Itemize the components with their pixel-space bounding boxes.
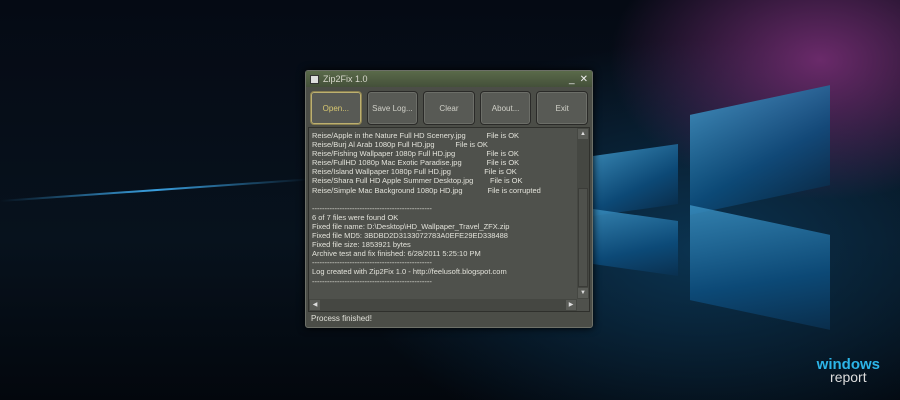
- log-line: Fixed file size: 1853921 bytes: [312, 240, 411, 250]
- scroll-right-icon[interactable]: ▶: [566, 300, 576, 310]
- title-bar[interactable]: Zip2Fix 1.0 _ ✕: [306, 71, 592, 87]
- light-beam: [0, 178, 310, 202]
- log-line: Reise/Simple Mac Background 1080p HD.jpg…: [312, 185, 541, 195]
- log-line: Reise/Island Wallpaper 1080p Full HD.jpg…: [312, 167, 517, 177]
- log-text: Reise/Apple in the Nature Full HD Scener…: [312, 131, 575, 299]
- log-line: Reise/Burj Al Arab 1080p Full HD.jpg Fil…: [312, 140, 488, 150]
- zip2fix-window: Zip2Fix 1.0 _ ✕ Open... Save Log... Clea…: [305, 70, 593, 328]
- log-line: ----------------------------------------…: [312, 258, 432, 268]
- log-textarea[interactable]: Reise/Apple in the Nature Full HD Scener…: [308, 127, 590, 312]
- log-line: Reise/Fishing Wallpaper 1080p Full HD.jp…: [312, 149, 519, 159]
- minimize-button[interactable]: _: [569, 74, 575, 85]
- scroll-up-icon[interactable]: ▲: [578, 129, 588, 139]
- exit-button[interactable]: Exit: [536, 91, 588, 125]
- vertical-scrollbar[interactable]: ▲ ▼: [577, 128, 589, 299]
- log-line: Reise/FullHD 1080p Mac Exotic Paradise.j…: [312, 158, 520, 168]
- scroll-down-icon[interactable]: ▼: [578, 288, 588, 298]
- wallpaper-pane: [690, 85, 830, 215]
- log-line: Fixed file MD5: 3BDBD2D3133072783A0EFE29…: [312, 231, 508, 241]
- about-button[interactable]: About...: [479, 91, 532, 125]
- close-button[interactable]: ✕: [580, 74, 588, 85]
- scroll-left-icon[interactable]: ◀: [310, 300, 320, 310]
- wallpaper-pane: [593, 144, 678, 216]
- log-line: Fixed file name: D:\Desktop\HD_Wallpaper…: [312, 221, 510, 231]
- log-line: Log created with Zip2Fix 1.0 - http://fe…: [312, 267, 507, 277]
- status-bar: Process finished!: [311, 314, 372, 323]
- scroll-thumb[interactable]: [578, 188, 588, 287]
- log-line: ----------------------------------------…: [312, 276, 432, 286]
- log-line: Reise/Shara Full HD Apple Summer Desktop…: [312, 176, 523, 186]
- log-line: 6 of 7 files were found OK: [312, 212, 399, 222]
- app-icon: [310, 74, 319, 84]
- log-line: ----------------------------------------…: [312, 203, 432, 213]
- wallpaper-pane: [690, 205, 830, 330]
- open-button[interactable]: Open...: [310, 91, 362, 125]
- clear-button[interactable]: Clear: [423, 91, 475, 125]
- window-title: Zip2Fix 1.0: [323, 74, 368, 84]
- horizontal-scrollbar[interactable]: ◀ ▶: [309, 299, 577, 311]
- wallpaper-pane: [593, 209, 678, 276]
- save-log-button[interactable]: Save Log...: [366, 91, 419, 125]
- windows-report-logo: windows report: [817, 357, 880, 384]
- log-line: Archive test and fix finished: 6/28/2011…: [312, 249, 481, 259]
- log-line: Reise/Apple in the Nature Full HD Scener…: [312, 131, 520, 140]
